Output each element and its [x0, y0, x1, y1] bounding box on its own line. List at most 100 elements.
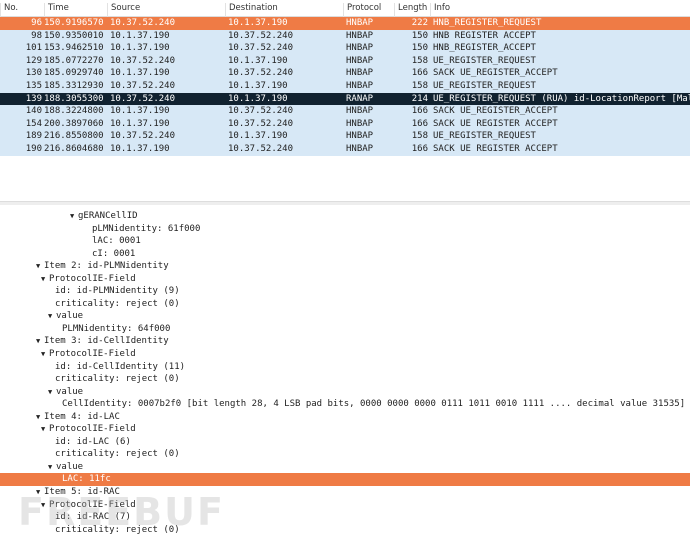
tree-node[interactable]: LAC: 11fc: [0, 473, 690, 487]
tree-node-label: id: id-CellIdentity (11): [55, 361, 186, 372]
tree-node[interactable]: ▼ ProtocolIE-Field: [0, 423, 690, 436]
expand-triangle-icon[interactable]: ▼: [36, 260, 44, 273]
tree-node[interactable]: criticality: reject (0): [0, 373, 690, 386]
packet-time: 200.3897060: [44, 118, 104, 129]
tree-node-label: gERANCellID: [78, 211, 138, 221]
packet-row[interactable]: 129 185.0772270 10.37.52.240 10.1.37.190 HNB…: [0, 54, 690, 68]
tree-node[interactable]: ▼ ProtocolIE-Field: [0, 499, 690, 512]
packet-row[interactable]: 98 150.9350010 10.1.37.190 10.37.52.240 HNBA…: [0, 29, 690, 43]
packet-src: 10.37.52.240: [110, 93, 176, 104]
tree-node-label: LAC: 11fc: [62, 474, 111, 485]
packet-time: 216.8604680: [44, 143, 104, 154]
packet-proto: HNBAP: [346, 43, 374, 54]
packet-len: 158: [411, 55, 428, 66]
tree-node[interactable]: ▼ ProtocolIE-Field: [0, 348, 690, 361]
expand-triangle-icon[interactable]: ▼: [41, 348, 49, 361]
packet-time: 216.8550800: [44, 131, 104, 142]
packet-no: 101: [25, 43, 42, 54]
expand-triangle-icon[interactable]: ▼: [36, 486, 44, 499]
packet-row[interactable]: 130 185.0929740 10.1.37.190 10.37.52.240 HNB…: [0, 67, 690, 80]
packet-src: 10.37.52.240: [110, 80, 176, 91]
tree-node[interactable]: ▼ Item 2: id-PLMNidentity: [0, 260, 690, 273]
tree-node[interactable]: ▼ Item 3: id-CellIdentity: [0, 335, 690, 348]
packet-info: UE_REGISTER_REQUEST: [433, 80, 536, 91]
tree-node-label: ProtocolIE-Field: [49, 273, 136, 284]
packet-row[interactable]: 189 216.8550800 10.37.52.240 10.1.37.190 HNB…: [0, 130, 690, 143]
packet-time: 185.0772270: [44, 55, 104, 66]
expand-triangle-icon[interactable]: ▼: [36, 411, 44, 424]
tree-node-label: value: [56, 311, 84, 322]
tree-node[interactable]: pLMNidentity: 61f000: [0, 223, 690, 236]
packet-info: SACK UE_REGISTER_ACCEPT: [433, 106, 558, 117]
packet-time: 188.3224800: [44, 106, 104, 117]
packet-src: 10.1.37.190: [110, 30, 170, 41]
tree-node[interactable]: criticality: reject (0): [0, 524, 690, 537]
tree-node[interactable]: id: id-CellIdentity (11): [0, 361, 690, 374]
tree-node[interactable]: ▼ Item 5: id-RAC: [0, 486, 690, 499]
tree-node[interactable]: PLMNidentity: 64f000: [0, 323, 690, 336]
packet-row[interactable]: 140 188.3224800 10.1.37.190 10.37.52.240 HNB…: [0, 105, 690, 118]
packet-proto: HNBAP: [346, 18, 374, 28]
expand-triangle-icon[interactable]: ▼: [48, 310, 56, 323]
packet-len: 222: [411, 18, 428, 28]
packet-row[interactable]: 190 216.8604680 10.1.37.190 10.37.52.240 HNB…: [0, 142, 690, 156]
packet-row[interactable]: 154 200.3897060 10.1.37.190 10.37.52.240 HNB…: [0, 117, 690, 131]
column-source[interactable]: Source: [107, 3, 140, 17]
packet-dst: 10.37.52.240: [228, 143, 294, 154]
packet-no: 139: [25, 93, 42, 104]
expand-triangle-icon[interactable]: ▼: [41, 273, 49, 286]
tree-node[interactable]: ▼ value: [0, 461, 690, 474]
tree-node-label: Item 4: id-LAC: [44, 411, 120, 422]
tree-node-label: criticality: reject (0): [55, 524, 180, 535]
packet-no: 154: [25, 118, 42, 129]
packet-time: 185.0929740: [44, 68, 104, 79]
packet-row[interactable]: 139 188.3055300 10.37.52.240 10.1.37.190 RAN…: [0, 92, 690, 106]
expand-triangle-icon[interactable]: ▼: [36, 335, 44, 348]
packet-info: UE_REGISTER_REQUEST (RUA) id-LocationRep…: [433, 93, 690, 104]
packet-proto: HNBAP: [346, 118, 374, 129]
expand-triangle-icon[interactable]: ▼: [41, 499, 49, 512]
tree-node[interactable]: lAC: 0001: [0, 235, 690, 248]
column-info[interactable]: Info: [430, 3, 450, 17]
packet-dst: 10.37.52.240: [228, 68, 294, 79]
expand-triangle-icon[interactable]: ▼: [41, 423, 49, 436]
packet-details-tree: ▼ gERANCellID pLMNidentity: 61f000 lAC: 000…: [0, 210, 690, 536]
tree-node[interactable]: ▼ Item 4: id-LAC: [0, 411, 690, 424]
expand-triangle-icon[interactable]: ▼: [48, 386, 56, 399]
tree-node[interactable]: cI: 0001: [0, 248, 690, 261]
packet-no: 189: [25, 131, 42, 142]
tree-node[interactable]: ▼ ProtocolIE-Field: [0, 273, 690, 286]
tree-node-label: cI: 0001: [92, 248, 136, 259]
column-no[interactable]: No.: [0, 3, 18, 17]
expand-triangle-icon[interactable]: ▼: [48, 461, 56, 474]
packet-len: 166: [411, 143, 428, 154]
packet-info: HNB REGISTER ACCEPT: [433, 30, 536, 41]
packet-src: 10.37.52.240: [110, 55, 176, 66]
tree-node[interactable]: ▼ value: [0, 386, 690, 399]
tree-node[interactable]: ▼ value: [0, 310, 690, 323]
tree-node[interactable]: id: id-RAC (7): [0, 511, 690, 524]
packet-proto: HNBAP: [346, 68, 374, 79]
expand-triangle-icon[interactable]: ▼: [70, 210, 78, 223]
packet-row[interactable]: 96 150.9196570 10.37.52.240 10.1.37.190 HNBA…: [0, 17, 690, 30]
column-time[interactable]: Time: [44, 3, 69, 17]
packet-len: 158: [411, 131, 428, 142]
packet-dst: 10.37.52.240: [228, 30, 294, 41]
packet-row[interactable]: 135 185.3312930 10.37.52.240 10.1.37.190 HNB…: [0, 79, 690, 93]
tree-node[interactable]: id: id-LAC (6): [0, 436, 690, 449]
tree-node[interactable]: CellIdentity: 0007b2f0 [bit length 28, 4…: [0, 398, 690, 411]
column-length[interactable]: Length: [394, 3, 427, 17]
tree-node[interactable]: ▼ gERANCellID: [0, 210, 690, 223]
column-protocol[interactable]: Protocol: [343, 3, 381, 17]
tree-node[interactable]: criticality: reject (0): [0, 448, 690, 461]
tree-node[interactable]: criticality: reject (0): [0, 298, 690, 311]
column-destination[interactable]: Destination: [225, 3, 278, 17]
packet-no: 140: [25, 106, 42, 117]
packet-len: 166: [411, 106, 428, 117]
packet-src: 10.37.52.240: [110, 131, 176, 142]
packet-info: HNB_REGISTER_ACCEPT: [433, 43, 536, 54]
packet-row[interactable]: 101 153.9462510 10.1.37.190 10.37.52.240 HNB…: [0, 42, 690, 55]
packet-no: 129: [25, 55, 42, 66]
pane-splitter[interactable]: [0, 201, 690, 205]
tree-node[interactable]: id: id-PLMNidentity (9): [0, 285, 690, 298]
